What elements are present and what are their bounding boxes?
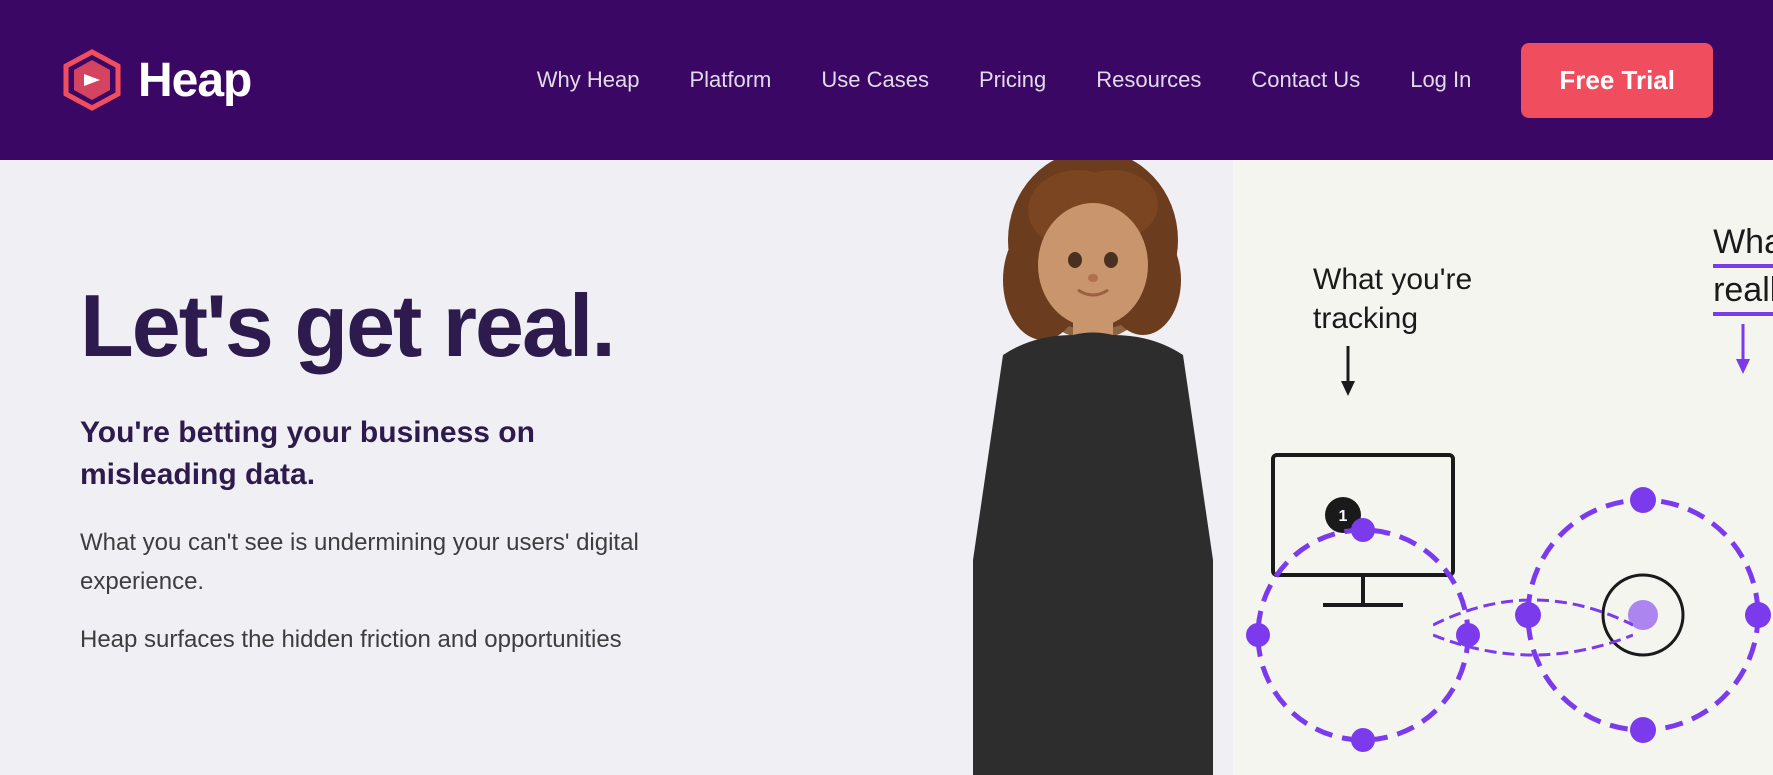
really-label: Wha reall <box>1713 220 1773 379</box>
hero-body2: Heap surfaces the hidden friction and op… <box>80 621 640 659</box>
tracking-arrow <box>1333 346 1363 396</box>
really-arrow <box>1728 324 1758 374</box>
hero-content: Let's get real. You're betting your busi… <box>80 240 640 660</box>
nav-link-log-in[interactable]: Log In <box>1410 67 1471 92</box>
nav-item-platform[interactable]: Platform <box>689 67 771 93</box>
whiteboard-area: What you're tracking Wha reall <box>1233 160 1773 775</box>
nav-links: Why Heap Platform Use Cases Pricing Reso… <box>537 67 1472 93</box>
woman-figure <box>923 160 1263 775</box>
hero-subheadline: You're betting your business on misleadi… <box>80 412 620 496</box>
heap-logo-icon <box>60 48 124 112</box>
nav-link-platform[interactable]: Platform <box>689 67 771 92</box>
nav-link-resources[interactable]: Resources <box>1096 67 1201 92</box>
hero-body1: What you can't see is undermining your u… <box>80 524 640 601</box>
hero-image-area: What you're tracking Wha reall <box>893 160 1773 775</box>
nav-link-why-heap[interactable]: Why Heap <box>537 67 640 92</box>
nav-item-pricing[interactable]: Pricing <box>979 67 1046 93</box>
really-label-text: Wha <box>1713 220 1773 268</box>
hero-section: Let's get real. You're betting your busi… <box>0 160 1773 775</box>
nav-item-use-cases[interactable]: Use Cases <box>821 67 929 93</box>
logo-link[interactable]: Heap <box>60 48 251 112</box>
nav-link-use-cases[interactable]: Use Cases <box>821 67 929 92</box>
nav-item-resources[interactable]: Resources <box>1096 67 1201 93</box>
nav-link-contact-us[interactable]: Contact Us <box>1251 67 1360 92</box>
nav-item-log-in[interactable]: Log In <box>1410 67 1471 93</box>
really-label-text2: reall <box>1713 268 1773 316</box>
navbar: Heap Why Heap Platform Use Cases Pricing… <box>0 0 1773 160</box>
connecting-lines <box>1433 575 1633 675</box>
nav-item-contact-us[interactable]: Contact Us <box>1251 67 1360 93</box>
nav-item-why-heap[interactable]: Why Heap <box>537 67 640 93</box>
free-trial-button[interactable]: Free Trial <box>1521 43 1713 118</box>
brand-name: Heap <box>138 53 251 108</box>
hero-headline: Let's get real. <box>80 280 640 372</box>
tracking-label-text: What you're tracking <box>1313 260 1472 338</box>
tracking-label: What you're tracking <box>1313 260 1472 401</box>
nav-link-pricing[interactable]: Pricing <box>979 67 1046 92</box>
